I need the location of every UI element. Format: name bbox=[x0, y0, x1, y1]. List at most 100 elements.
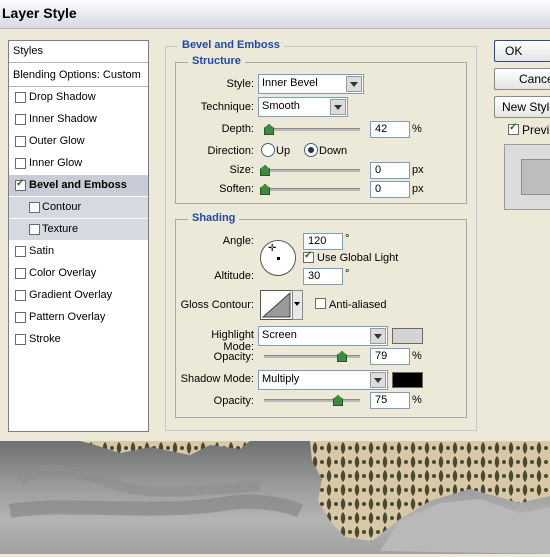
style-preview-box bbox=[504, 144, 550, 210]
shadow-opacity-unit: % bbox=[412, 394, 422, 406]
sidebar-item-checkbox[interactable] bbox=[15, 246, 26, 257]
sidebar-item-checkbox[interactable] bbox=[29, 224, 40, 235]
soften-input[interactable]: 0 bbox=[370, 181, 410, 198]
gloss-contour-preview[interactable] bbox=[260, 290, 293, 320]
sidebar-item-checkbox[interactable] bbox=[15, 290, 26, 301]
contour-curve-icon bbox=[261, 291, 291, 318]
size-input[interactable]: 0 bbox=[370, 162, 410, 179]
sidebar-item-label: Pattern Overlay bbox=[29, 311, 106, 323]
sidebar-item-checkbox[interactable] bbox=[15, 334, 26, 345]
depth-slider-track[interactable] bbox=[264, 128, 360, 131]
sidebar-item-label: Outer Glow bbox=[29, 135, 85, 147]
highlight-opacity-input[interactable]: 79 bbox=[370, 348, 410, 365]
background-artwork bbox=[0, 441, 550, 554]
sidebar-item-gradient-overlay[interactable]: Gradient Overlay bbox=[9, 285, 148, 306]
sidebar-item-checkbox[interactable] bbox=[15, 158, 26, 169]
shadow-mode-select[interactable]: Multiply bbox=[258, 370, 388, 390]
chevron-down-icon[interactable] bbox=[346, 76, 362, 92]
preview-checkbox[interactable] bbox=[508, 122, 519, 135]
blending-options-item[interactable]: Blending Options: Custom bbox=[9, 65, 148, 87]
new-style-button[interactable]: New Style... bbox=[494, 96, 550, 118]
size-label: Size: bbox=[229, 164, 254, 176]
sidebar-item-contour[interactable]: Contour bbox=[9, 197, 148, 218]
highlight-mode-select[interactable]: Screen bbox=[258, 326, 388, 346]
sidebar-item-label: Drop Shadow bbox=[29, 91, 96, 103]
artwork-image bbox=[8, 441, 550, 554]
soften-unit: px bbox=[412, 183, 424, 195]
chevron-down-icon[interactable] bbox=[330, 99, 346, 115]
angle-label: Angle: bbox=[222, 235, 254, 247]
technique-select[interactable]: Smooth bbox=[258, 97, 348, 117]
style-select[interactable]: Inner Bevel bbox=[258, 74, 364, 94]
sidebar-item-checkbox[interactable] bbox=[15, 136, 26, 147]
sidebar-item-label: Stroke bbox=[29, 333, 61, 345]
altitude-unit: ° bbox=[345, 268, 350, 280]
shading-title: Shading bbox=[188, 212, 240, 224]
global-light-label[interactable]: Use Global Light bbox=[317, 252, 398, 264]
crosshair-icon: ✛ bbox=[268, 243, 277, 254]
window-title: Layer Style bbox=[2, 5, 77, 21]
gloss-contour-label: Gloss Contour: bbox=[180, 299, 254, 311]
sidebar-item-checkbox[interactable] bbox=[29, 202, 40, 213]
cancel-button[interactable]: Cancel bbox=[494, 68, 550, 90]
sidebar-item-label: Color Overlay bbox=[29, 267, 97, 279]
anti-aliased-checkbox[interactable] bbox=[315, 298, 326, 309]
sidebar-item-label: Inner Glow bbox=[29, 157, 83, 169]
angle-input[interactable]: 120 bbox=[303, 233, 343, 250]
direction-down-label[interactable]: Down bbox=[319, 145, 347, 157]
anti-aliased-label[interactable]: Anti-aliased bbox=[329, 299, 386, 311]
highlight-opacity-label: Opacity: bbox=[213, 351, 254, 363]
sidebar-item-checkbox[interactable] bbox=[15, 178, 26, 191]
soften-slider-track[interactable] bbox=[264, 188, 360, 191]
title-bar: Layer Style bbox=[0, 0, 550, 29]
ok-button[interactable]: OK bbox=[494, 40, 550, 62]
sidebar-item-color-overlay[interactable]: Color Overlay bbox=[9, 263, 148, 284]
bevel-emboss-title: Bevel and Emboss bbox=[178, 39, 284, 51]
sidebar-item-stroke[interactable]: Stroke bbox=[9, 329, 148, 350]
chevron-down-icon bbox=[294, 302, 300, 306]
sidebar-item-pattern-overlay[interactable]: Pattern Overlay bbox=[9, 307, 148, 328]
sidebar-item-label: Contour bbox=[42, 201, 82, 213]
sidebar-item-label: Inner Shadow bbox=[29, 113, 97, 125]
chevron-down-icon[interactable] bbox=[370, 372, 386, 388]
highlight-mode-label: Highlight Mode: bbox=[211, 329, 254, 353]
size-slider-track[interactable] bbox=[264, 169, 360, 172]
sidebar-item-outer-glow[interactable]: Outer Glow bbox=[9, 131, 148, 152]
global-light-checkbox[interactable] bbox=[303, 250, 314, 263]
styles-header[interactable]: Styles bbox=[9, 41, 148, 63]
sidebar-item-inner-shadow[interactable]: Inner Shadow bbox=[9, 109, 148, 130]
sidebar-item-checkbox[interactable] bbox=[15, 268, 26, 279]
sidebar-item-bevel-and-emboss[interactable]: Bevel and Emboss bbox=[9, 175, 148, 196]
direction-down-radio[interactable] bbox=[304, 143, 318, 157]
style-preview-swatch bbox=[521, 159, 550, 195]
angle-dial[interactable]: ✛ bbox=[260, 240, 296, 276]
shadow-opacity-input[interactable]: 75 bbox=[370, 392, 410, 409]
preview-label[interactable]: Preview bbox=[522, 123, 550, 137]
altitude-input[interactable]: 30 bbox=[303, 268, 343, 285]
sidebar-item-texture[interactable]: Texture bbox=[9, 219, 148, 240]
size-unit: px bbox=[412, 164, 424, 176]
direction-up-radio[interactable] bbox=[261, 143, 275, 157]
chevron-down-icon[interactable] bbox=[370, 328, 386, 344]
sidebar-item-checkbox[interactable] bbox=[15, 92, 26, 103]
altitude-label: Altitude: bbox=[214, 270, 254, 282]
highlight-opacity-unit: % bbox=[412, 350, 422, 362]
gloss-contour-dropdown[interactable] bbox=[292, 290, 303, 320]
style-label: Style: bbox=[226, 78, 254, 90]
shadow-color-swatch[interactable] bbox=[392, 372, 423, 388]
shadow-opacity-track[interactable] bbox=[264, 399, 360, 402]
highlight-color-swatch[interactable] bbox=[392, 328, 423, 344]
sidebar-item-inner-glow[interactable]: Inner Glow bbox=[9, 153, 148, 174]
direction-up-label[interactable]: Up bbox=[276, 145, 290, 157]
depth-input[interactable]: 42 bbox=[370, 121, 410, 138]
sidebar-item-checkbox[interactable] bbox=[15, 312, 26, 323]
sidebar-item-checkbox[interactable] bbox=[15, 114, 26, 125]
sidebar-item-label: Bevel and Emboss bbox=[29, 179, 127, 191]
styles-list: Styles Blending Options: Custom Drop Sha… bbox=[8, 40, 149, 432]
shadow-opacity-label: Opacity: bbox=[213, 395, 254, 407]
sidebar-item-satin[interactable]: Satin bbox=[9, 241, 148, 262]
depth-unit: % bbox=[412, 123, 422, 135]
sidebar-item-label: Gradient Overlay bbox=[29, 289, 113, 301]
sidebar-item-drop-shadow[interactable]: Drop Shadow bbox=[9, 87, 148, 108]
sidebar-item-label: Satin bbox=[29, 245, 55, 257]
